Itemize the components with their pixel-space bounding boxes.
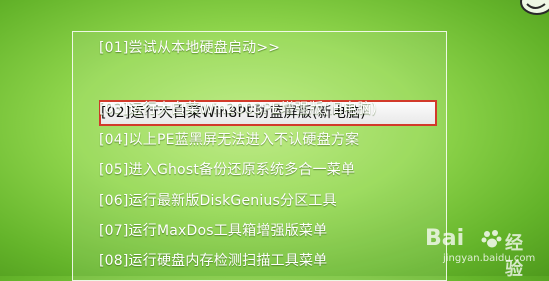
menu-item-06[interactable]: [06]运行最新版DiskGenius分区工具 bbox=[99, 190, 337, 212]
menu-item-04[interactable]: [04]以上PE蓝黑屏无法进入不认硬盘方案 bbox=[99, 129, 359, 151]
watermark-url: jingyan.baidu.com bbox=[443, 253, 536, 264]
menu-item-05[interactable]: [05]进入Ghost备份还原系统多合一菜单 bbox=[99, 159, 355, 181]
menu-item-01[interactable]: [01]尝试从本地硬盘启动>> bbox=[99, 37, 280, 59]
watermark-brand: Bai bbox=[425, 226, 465, 251]
baidu-paw-icon bbox=[481, 228, 503, 254]
cabbage-logo-icon bbox=[515, 0, 549, 22]
boot-menu-panel: [01]尝试从本地硬盘启动>> [02]运行大白菜Win8PE防蓝屏版(新电脑)… bbox=[72, 31, 447, 281]
baidu-jingyan-watermark: Bai 经验 jingyan.baidu.com bbox=[425, 226, 536, 280]
menu-item-07[interactable]: [07]运行MaxDos工具箱增强版菜单 bbox=[99, 220, 327, 242]
menu-item-03[interactable]: [03]运行大白菜Win2003PE增强版(旧电脑) bbox=[99, 98, 377, 120]
menu-item-08[interactable]: [08]运行硬盘内存检测扫描工具菜单 bbox=[99, 250, 327, 272]
